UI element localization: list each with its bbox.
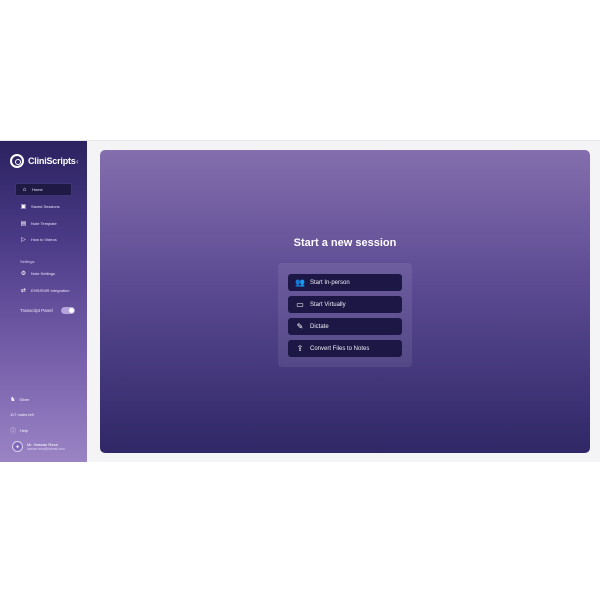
- page-title: Start a new session: [293, 237, 397, 249]
- profile-text: Mr. Hassan Reza hassan.reza@hotmail.com: [27, 442, 65, 452]
- home-icon: ⌂: [22, 186, 27, 193]
- document-icon: ▤: [20, 221, 27, 227]
- notes-left-text: 117 notes left: [10, 412, 34, 417]
- user-email: hassan.reza@hotmail.com: [27, 446, 65, 451]
- people-icon: 👥: [295, 278, 305, 287]
- sidebar-item-label: Note Template: [31, 221, 57, 226]
- plan-badge: ♞ Silver: [10, 396, 29, 403]
- start-in-person-button[interactable]: 👥 Start In-person: [288, 274, 402, 291]
- edit-note-icon: ✎: [296, 322, 304, 331]
- help-link[interactable]: ⓘ Help: [10, 426, 28, 435]
- transcript-panel-toggle[interactable]: [61, 307, 75, 314]
- cliniscripts-logo-icon: [10, 154, 24, 168]
- transcript-panel-row: Transcript Panel: [20, 307, 75, 314]
- medal-icon: ♞: [10, 397, 16, 403]
- sidebar-item-home[interactable]: ⌂ Home: [15, 183, 72, 196]
- help-icon: ⓘ: [10, 429, 17, 435]
- transcript-panel-label: Transcript Panel: [20, 308, 53, 313]
- sidebar-item-label: EHR/EMR Integration: [31, 288, 70, 293]
- settings-section-label: Settings: [20, 259, 35, 264]
- user-profile[interactable]: ● Mr. Hassan Reza hassan.reza@hotmail.co…: [12, 441, 65, 452]
- sidebar-item-label: Note Settings: [31, 271, 56, 276]
- sidebar-item-label: Saved Sessions: [31, 204, 60, 209]
- folder-icon: ▣: [20, 204, 27, 210]
- app-window: CliniScripts ‹ ⌂ Home ▣ Saved Sessions ▤…: [0, 140, 600, 462]
- start-virtually-button[interactable]: ▭ Start Virtually: [288, 296, 402, 313]
- brand-logo[interactable]: CliniScripts: [10, 153, 76, 169]
- notes-left: 117 notes left: [10, 412, 34, 417]
- help-label: Help: [20, 428, 29, 433]
- brand-name: CliniScripts: [28, 156, 76, 166]
- sidebar: CliniScripts ‹ ⌂ Home ▣ Saved Sessions ▤…: [0, 141, 87, 462]
- avatar: ●: [12, 441, 23, 452]
- monitor-icon: ▭: [296, 300, 304, 309]
- integration-icon: ⇄: [20, 288, 27, 294]
- sidebar-item-label: Home: [32, 187, 43, 192]
- button-label: Start In-person: [310, 279, 350, 286]
- sidebar-item-ehr-integration[interactable]: ⇄ EHR/EMR Integration: [15, 284, 72, 297]
- upload-icon: ⇪: [296, 344, 304, 353]
- session-options-card: 👥 Start In-person ▭ Start Virtually ✎ Di…: [278, 263, 412, 367]
- sidebar-item-note-settings[interactable]: ⚙ Note Settings: [15, 267, 72, 280]
- convert-files-button[interactable]: ⇪ Convert Files to Notes: [288, 340, 402, 357]
- button-label: Dictate: [310, 323, 329, 330]
- button-label: Start Virtually: [310, 301, 346, 308]
- sidebar-item-label: How to Videos: [31, 237, 57, 242]
- main-panel: Start a new session 👥 Start In-person ▭ …: [100, 150, 590, 453]
- sidebar-item-how-to-videos[interactable]: ▷ How to Videos: [15, 233, 72, 246]
- dictate-button[interactable]: ✎ Dictate: [288, 318, 402, 335]
- play-icon: ▷: [21, 237, 26, 243]
- sidebar-item-saved-sessions[interactable]: ▣ Saved Sessions: [15, 200, 72, 213]
- collapse-sidebar-icon[interactable]: ‹: [76, 157, 79, 166]
- sidebar-item-note-template[interactable]: ▤ Note Template: [15, 217, 72, 230]
- gear-icon: ⚙: [20, 271, 27, 277]
- plan-label: Silver: [19, 397, 30, 402]
- button-label: Convert Files to Notes: [310, 345, 370, 352]
